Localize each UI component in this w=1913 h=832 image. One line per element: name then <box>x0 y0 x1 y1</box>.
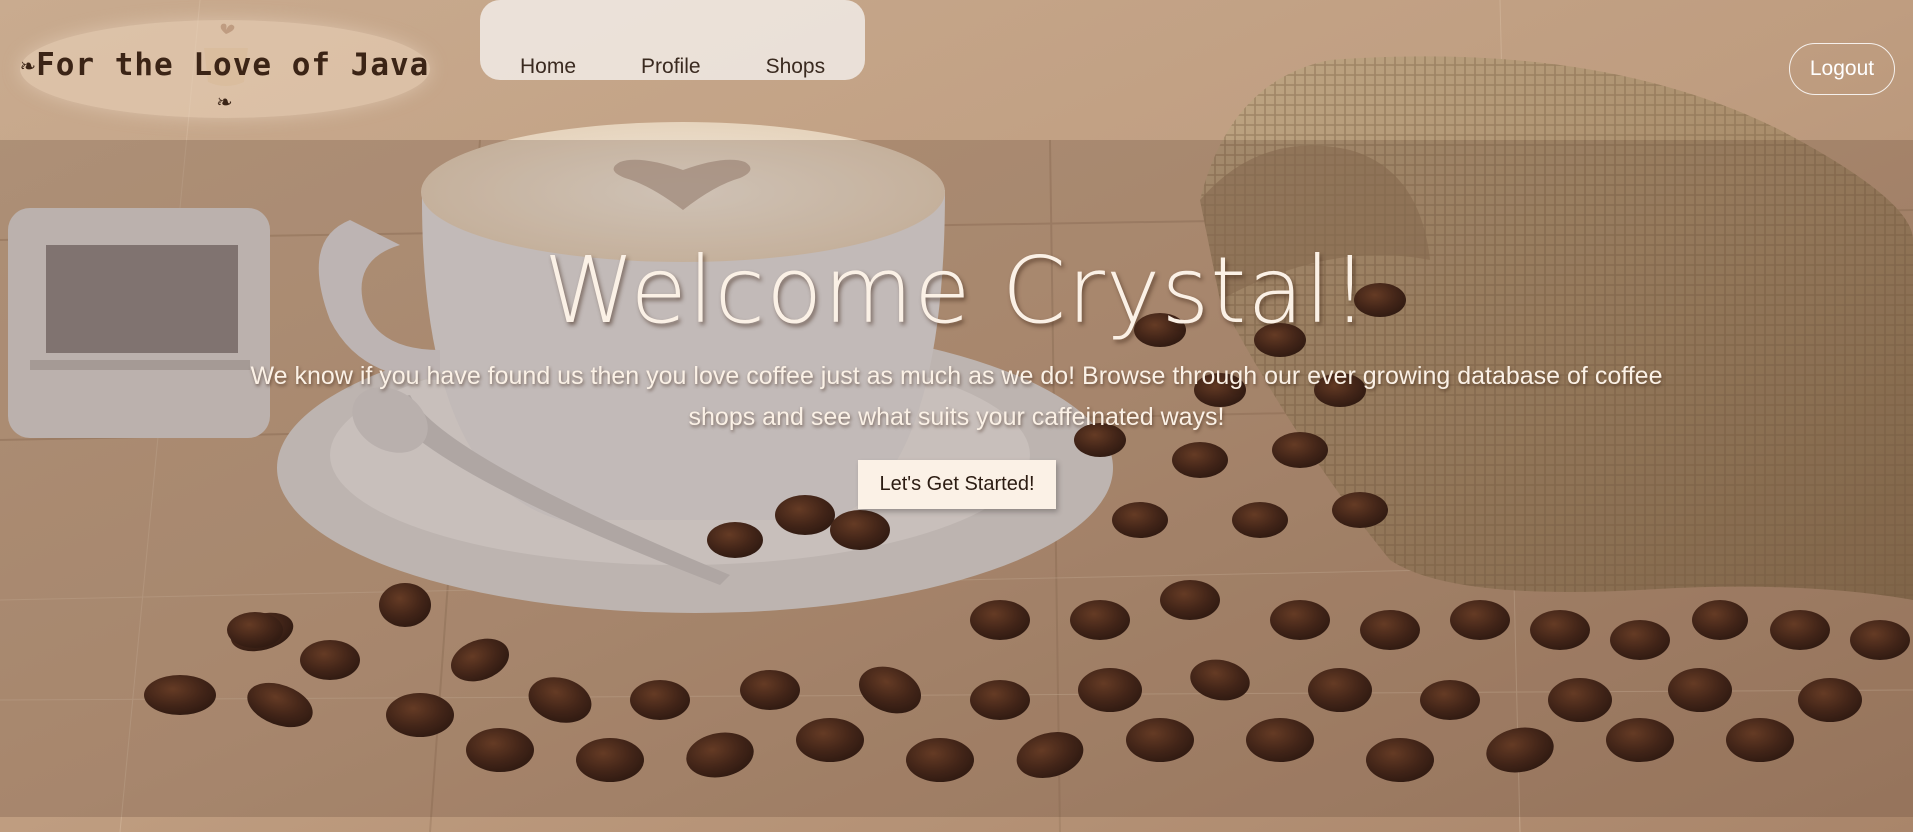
get-started-button[interactable]: Let's Get Started! <box>858 460 1056 509</box>
leaf-right-icon: ❧ <box>217 87 233 115</box>
hero-section: Welcome Crystal! We know if you have fou… <box>0 140 1913 817</box>
brand-name: ❧For the Love of Java❧ <box>20 47 430 119</box>
hero-subtitle: We know if you have found us then you lo… <box>250 362 1663 431</box>
hero-title: Welcome Crystal! <box>543 237 1370 344</box>
nav-link-profile[interactable]: Profile <box>641 55 701 79</box>
nav-link-shops[interactable]: Shops <box>766 55 826 79</box>
brand-logo[interactable]: ❧For the Love of Java❧ <box>20 20 430 118</box>
leaf-left-icon: ❧ <box>20 51 37 79</box>
page: ❧For the Love of Java❧ Home Profile Shop… <box>0 0 1913 832</box>
navbar: ❧For the Love of Java❧ Home Profile Shop… <box>0 0 1913 140</box>
brand-title: For the Love of Java <box>36 47 430 83</box>
logout-button[interactable]: Logout <box>1789 43 1895 95</box>
nav-links: Home Profile Shops <box>520 55 890 79</box>
nav-link-home[interactable]: Home <box>520 55 576 79</box>
